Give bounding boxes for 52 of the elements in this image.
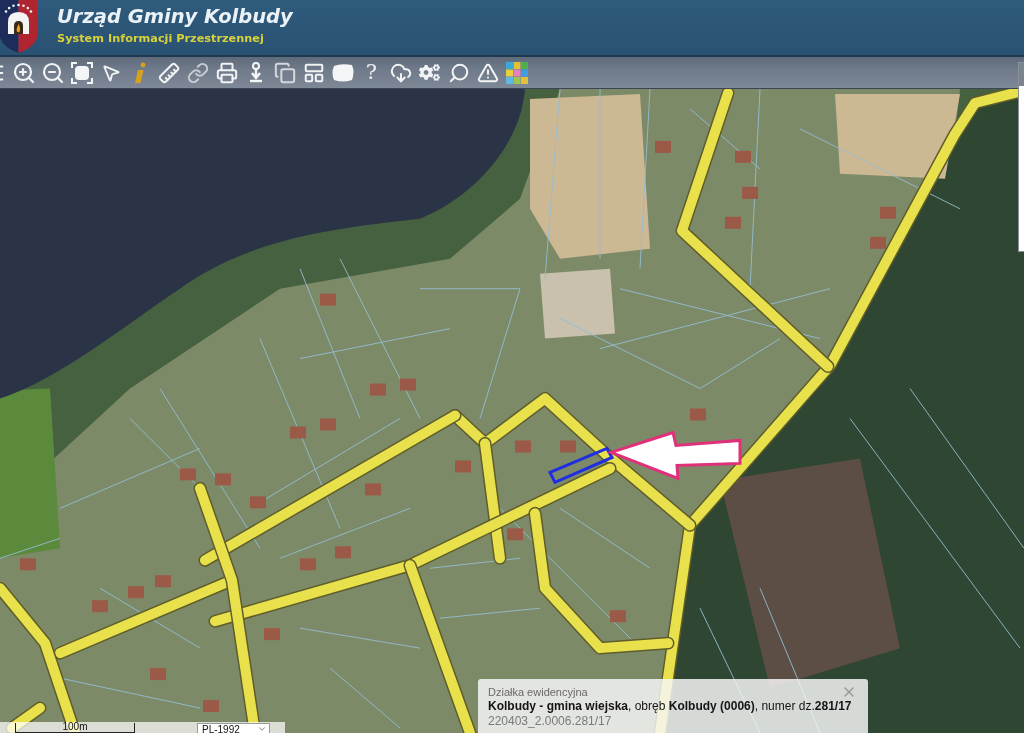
house-roof	[610, 610, 626, 623]
house-roof	[320, 418, 336, 431]
house-roof	[203, 700, 219, 713]
house-roof	[290, 426, 306, 439]
house-roof	[20, 558, 36, 571]
house-roof	[264, 628, 280, 641]
frame-corners-icon	[70, 61, 93, 84]
layout-icon	[302, 61, 325, 84]
house-roof	[507, 528, 523, 541]
blob-shape-icon	[330, 62, 355, 83]
ruler-icon	[157, 61, 180, 84]
side-panel[interactable]	[1018, 62, 1024, 252]
app-title: Urząd Gminy Kolbudy	[57, 5, 293, 29]
selected-parcel-outline	[547, 446, 615, 485]
info-icon	[132, 61, 147, 84]
house-roof	[560, 440, 576, 453]
download-pin-icon	[247, 61, 264, 84]
house-roof	[455, 460, 471, 473]
close-icon	[841, 684, 857, 700]
house-roof	[128, 586, 144, 599]
search-icon	[447, 61, 470, 84]
popup-title: Działka ewidencyjna	[488, 685, 588, 699]
gears-icon	[419, 62, 440, 83]
house-roof	[365, 483, 381, 496]
zoom-out-icon	[40, 60, 65, 85]
warning-icon	[476, 61, 499, 84]
house-roof	[155, 575, 171, 588]
house-roof	[250, 496, 266, 509]
house-roof	[215, 473, 231, 486]
parcel-description: Kolbudy - gmina wiejska, obręb Kolbudy (0006), numer dz.281/17	[488, 699, 852, 714]
link-icon	[186, 61, 209, 84]
parcel-boundary-line	[0, 537, 61, 559]
printer-icon	[215, 61, 238, 84]
house-roof	[92, 600, 108, 613]
app-subtitle: System Informacji Przestrzennej	[57, 31, 264, 47]
zoom-in-icon	[11, 60, 36, 85]
house-roof	[150, 668, 166, 681]
color-grid-icon	[505, 61, 528, 84]
house-roof	[515, 440, 531, 453]
parcel-boundary-line	[329, 667, 401, 729]
chevron-icon	[257, 724, 267, 733]
parcel-identifier: 220403_2.0006.281/17	[488, 714, 612, 729]
house-roof	[300, 558, 316, 571]
house-roof	[180, 468, 196, 481]
projection-select[interactable]: PL-1992	[197, 723, 270, 733]
scale-label: 100m	[62, 722, 88, 732]
cloud-download-icon	[389, 61, 412, 84]
coat-of-arms-logo	[0, 0, 37, 53]
help-button[interactable]: ?	[357, 58, 386, 87]
copy-icon	[273, 61, 296, 84]
house-roof	[335, 546, 351, 559]
cursor-icon	[100, 62, 121, 83]
